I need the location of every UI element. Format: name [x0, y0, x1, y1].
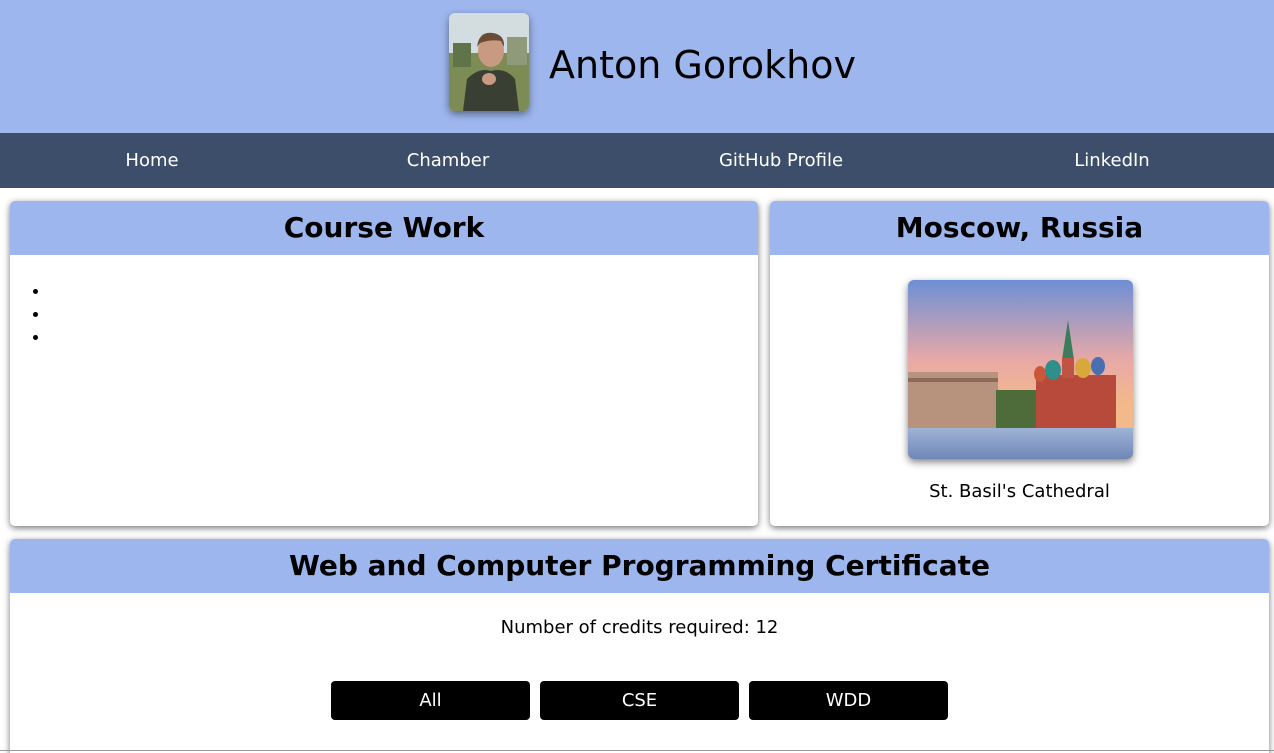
- credits-required-text: Number of credits required: 12: [500, 617, 779, 638]
- site-header: Anton Gorokhov: [0, 0, 1274, 133]
- course-list-item: [50, 305, 758, 328]
- nav-home-link[interactable]: Home: [125, 133, 178, 188]
- course-list: [50, 282, 758, 351]
- location-heading: Moscow, Russia: [770, 201, 1269, 255]
- page-divider: [0, 750, 1274, 751]
- photo-caption: St. Basil's Cathedral: [929, 481, 1110, 502]
- filter-wdd-button[interactable]: WDD: [749, 681, 948, 720]
- course-list-item: [50, 328, 758, 351]
- course-work-heading: Course Work: [10, 201, 758, 255]
- nav-linkedin-link[interactable]: LinkedIn: [1074, 133, 1149, 188]
- course-list-item: [50, 282, 758, 305]
- cathedral-photo: [908, 280, 1133, 459]
- nav-github-link[interactable]: GitHub Profile: [719, 133, 843, 188]
- main-navigation: Home Chamber GitHub Profile LinkedIn: [0, 133, 1274, 188]
- filter-cse-button[interactable]: CSE: [540, 681, 739, 720]
- course-work-card: Course Work: [10, 201, 758, 526]
- certificate-heading: Web and Computer Programming Certificate: [10, 539, 1269, 593]
- profile-photo-image: [449, 13, 529, 111]
- filter-all-button[interactable]: All: [331, 681, 530, 720]
- cathedral-image: [908, 280, 1133, 459]
- location-card: Moscow, Russia St. Basil's Cathedral: [770, 201, 1269, 526]
- nav-chamber-link[interactable]: Chamber: [407, 133, 489, 188]
- profile-photo: [449, 13, 529, 111]
- certificate-card: Web and Computer Programming Certificate…: [10, 539, 1269, 753]
- site-title: Anton Gorokhov: [549, 43, 856, 87]
